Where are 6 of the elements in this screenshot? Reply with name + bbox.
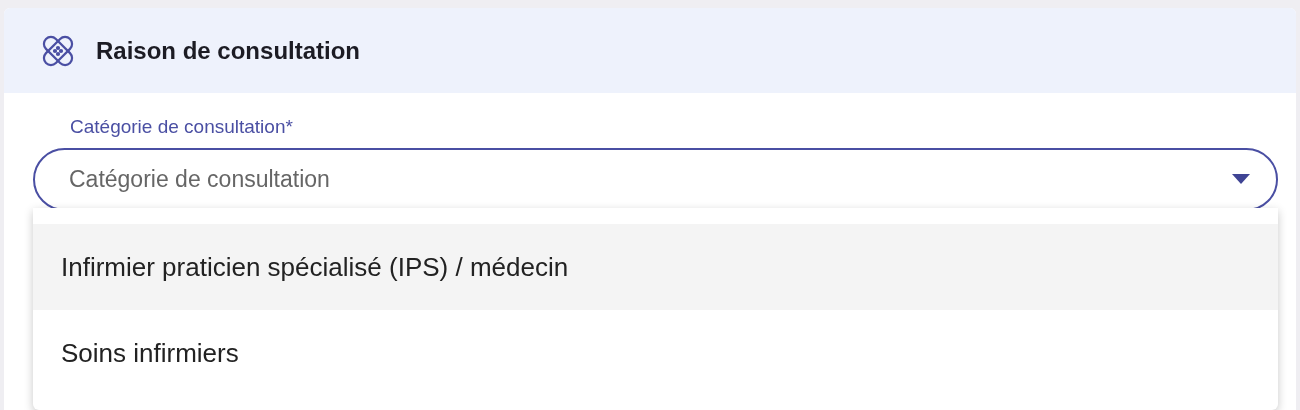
field-label: Catégorie de consultation* bbox=[70, 115, 293, 139]
dropdown-option[interactable]: Soins infirmiers bbox=[33, 310, 1278, 396]
category-select[interactable]: Catégorie de consultation bbox=[33, 147, 1278, 211]
caret-icon bbox=[1232, 174, 1250, 184]
dropdown-option[interactable]: Infirmier praticien spécialisé (IPS) / médecin bbox=[33, 224, 1278, 310]
section-title: Raison de consultation bbox=[96, 35, 361, 66]
